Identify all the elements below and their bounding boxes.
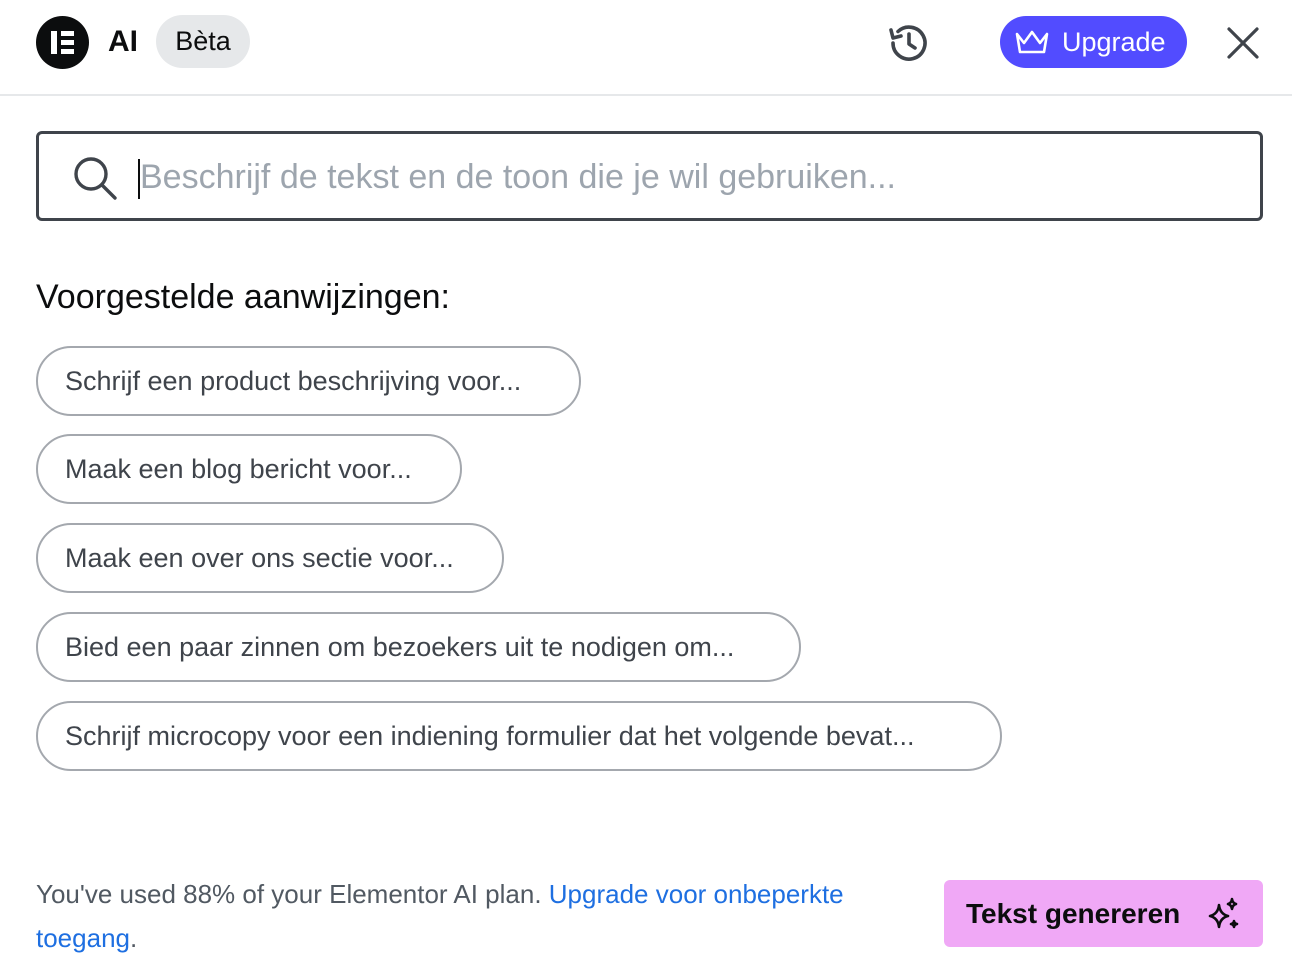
suggestions-title: Voorgestelde aanwijzingen:	[36, 278, 450, 316]
search-icon	[74, 157, 117, 200]
generate-label: Tekst genereren	[966, 897, 1181, 929]
sparkle-icon	[1208, 897, 1239, 929]
history-icon	[889, 25, 927, 61]
generate-text-button[interactable]: Tekst genereren	[944, 880, 1263, 947]
close-button[interactable]	[1222, 22, 1264, 64]
prompt-input-container[interactable]	[36, 131, 1263, 221]
usage-end: .	[129, 923, 138, 953]
ai-text-dialog: AI Bèta Upgrade Voorgestelde a	[0, 0, 1292, 972]
suggestion-chip[interactable]: Schrijf een product beschrijving voor...	[36, 346, 581, 416]
prompt-input[interactable]	[140, 154, 1240, 200]
upgrade-button[interactable]: Upgrade	[1000, 16, 1187, 68]
history-button[interactable]	[884, 18, 934, 68]
suggestion-chip[interactable]: Maak een blog bericht voor...	[36, 434, 462, 504]
beta-badge: Bèta	[156, 15, 250, 68]
usage-notice: You've used 88% of your Elementor AI pla…	[36, 872, 926, 960]
suggestion-chip[interactable]: Maak een over ons sectie voor...	[36, 523, 504, 593]
suggestion-chip[interactable]: Bied een paar zinnen om bezoekers uit te…	[36, 612, 801, 682]
dialog-header: AI Bèta Upgrade	[0, 0, 1292, 96]
usage-text: You've used 88% of your Elementor AI pla…	[36, 879, 549, 909]
elementor-logo-icon	[36, 16, 89, 69]
upgrade-label: Upgrade	[1062, 27, 1166, 57]
ai-label: AI	[108, 25, 138, 58]
close-icon	[1227, 27, 1259, 59]
suggestion-chip[interactable]: Schrijf microcopy voor een indiening for…	[36, 701, 1002, 771]
crown-icon	[1015, 30, 1049, 54]
